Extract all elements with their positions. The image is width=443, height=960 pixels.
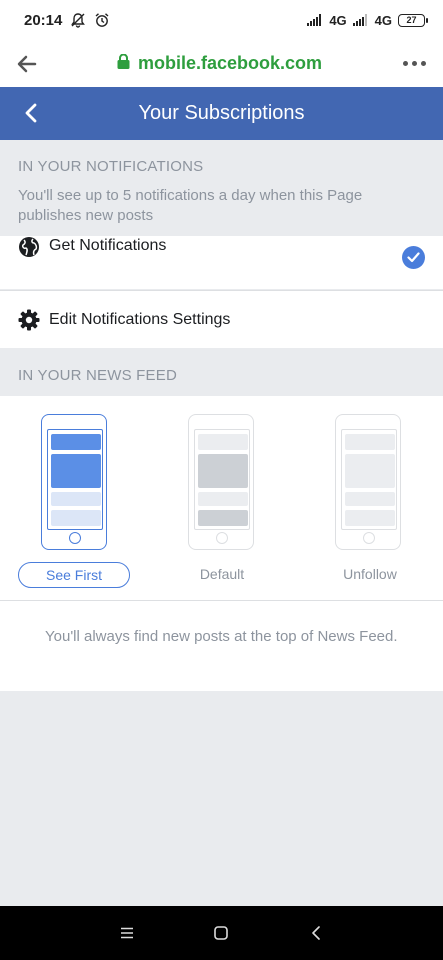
url-display[interactable]: mobile.facebook.com <box>40 53 399 74</box>
feed-bar <box>51 510 101 526</box>
default-phone-illustration[interactable] <box>188 414 254 550</box>
status-bar: 20:14 4G 4G 27 <box>0 0 443 40</box>
phone-home-button <box>216 532 228 544</box>
system-navigation-bar <box>0 906 443 960</box>
feed-bar <box>51 492 101 506</box>
default-option-label[interactable]: Default <box>172 566 272 582</box>
feed-bar <box>198 454 248 488</box>
alarm-icon <box>94 12 110 28</box>
feed-bar <box>345 492 395 506</box>
browser-url-bar: mobile.facebook.com <box>0 40 443 87</box>
more-options-icon[interactable] <box>399 61 429 66</box>
clock: 20:14 <box>24 11 63 29</box>
news-feed-section-label: IN YOUR NEWS FEED <box>18 367 177 384</box>
status-right: 4G 4G 27 <box>307 12 428 28</box>
gear-icon <box>18 309 40 331</box>
notifications-description: You'll see up to 5 notifications a day w… <box>18 187 363 224</box>
back-chevron-icon[interactable] <box>18 100 44 126</box>
edit-notifications-settings-label: Edit Notifications Settings <box>49 311 231 328</box>
feed-bar <box>51 454 101 488</box>
feed-bar <box>345 510 395 526</box>
phone-screen <box>47 429 103 530</box>
phone-home-button <box>363 532 375 544</box>
page-header: Your Subscriptions <box>0 87 443 140</box>
unfollow-option-label[interactable]: Unfollow <box>320 566 420 582</box>
divider <box>0 600 443 601</box>
battery-icon: 27 <box>398 13 428 27</box>
get-notifications-row[interactable]: Get Notifications <box>0 236 443 289</box>
page-title: Your Subscriptions <box>138 102 305 124</box>
signal-icon-2 <box>352 14 369 26</box>
see-first-button[interactable]: See First <box>18 562 130 588</box>
network-type-1: 4G <box>329 12 347 28</box>
news-feed-options: See First Default Unfollow You'll always… <box>0 396 443 691</box>
feed-bar <box>198 492 248 506</box>
checkmark-icon <box>402 246 425 269</box>
notifications-off-icon <box>70 12 86 28</box>
battery-level: 27 <box>406 15 417 25</box>
back-icon[interactable] <box>301 918 331 948</box>
feed-bar <box>198 434 248 450</box>
url-text: mobile.facebook.com <box>137 53 323 73</box>
browser-back-icon[interactable] <box>14 51 40 77</box>
notifications-section-label: IN YOUR NOTIFICATIONS <box>18 158 204 175</box>
feed-bar <box>345 454 395 488</box>
phone-screen <box>194 429 250 530</box>
phone-home-button <box>69 532 81 544</box>
get-notifications-label: Get Notifications <box>49 237 167 254</box>
lock-icon <box>117 53 130 74</box>
see-first-phone-illustration[interactable] <box>41 414 107 550</box>
edit-notifications-settings-row[interactable]: Edit Notifications Settings <box>0 290 443 348</box>
status-left: 20:14 <box>24 12 110 29</box>
phone-screen <box>341 429 397 530</box>
news-feed-description: You'll always find new posts at the top … <box>45 628 398 645</box>
globe-icon <box>18 236 40 258</box>
menu-icon[interactable] <box>112 918 142 948</box>
feed-bar <box>198 510 248 526</box>
feed-bar <box>345 434 395 450</box>
feed-bar <box>51 434 101 450</box>
unfollow-phone-illustration[interactable] <box>335 414 401 550</box>
home-icon[interactable] <box>206 918 236 948</box>
signal-icon <box>307 14 323 26</box>
network-type-2: 4G <box>374 12 392 28</box>
